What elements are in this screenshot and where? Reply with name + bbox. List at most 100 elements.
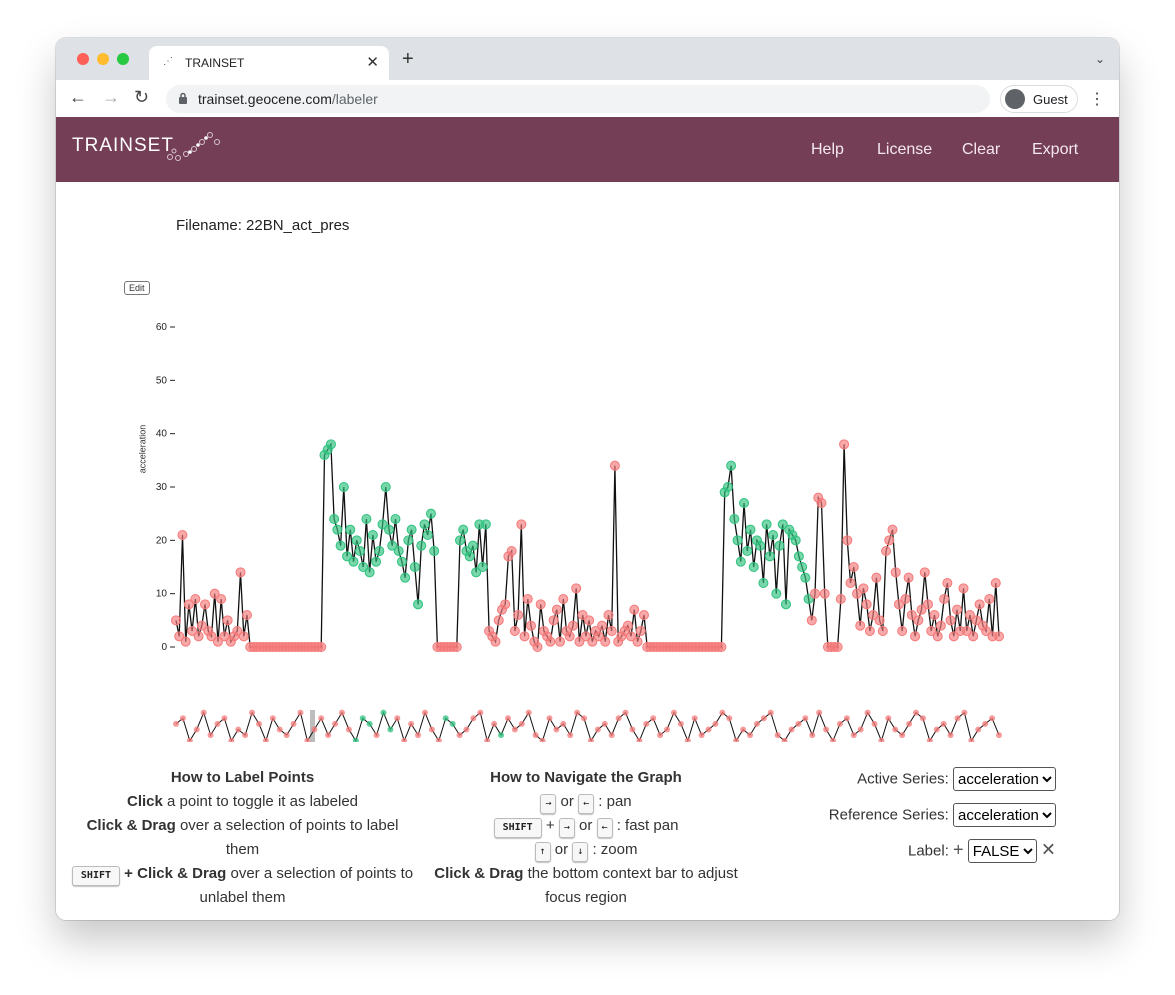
data-point[interactable] <box>606 626 617 636</box>
data-point[interactable] <box>384 524 395 535</box>
data-point[interactable] <box>335 540 346 551</box>
data-point[interactable] <box>193 631 204 642</box>
nav-clear[interactable]: Clear <box>962 141 1000 159</box>
data-point[interactable] <box>632 636 643 647</box>
data-point[interactable] <box>629 604 640 615</box>
data-point[interactable] <box>555 636 566 647</box>
data-point[interactable] <box>522 594 533 604</box>
data-point[interactable] <box>832 642 843 652</box>
new-tab-button[interactable]: + <box>402 49 414 69</box>
data-point[interactable] <box>603 610 614 620</box>
data-point[interactable] <box>748 562 759 572</box>
data-point[interactable] <box>816 498 827 508</box>
data-point[interactable] <box>567 620 578 631</box>
data-point[interactable] <box>597 620 608 631</box>
data-point[interactable] <box>180 636 191 647</box>
data-point[interactable] <box>177 530 188 540</box>
data-point[interactable] <box>532 642 543 652</box>
minimize-window-button[interactable] <box>97 53 109 65</box>
data-point[interactable] <box>800 572 811 583</box>
data-point[interactable] <box>480 519 491 530</box>
maximize-window-button[interactable] <box>117 53 129 65</box>
data-point[interactable] <box>351 535 362 546</box>
data-point[interactable] <box>842 535 853 546</box>
data-point[interactable] <box>739 498 750 508</box>
data-point[interactable] <box>371 556 382 567</box>
data-point[interactable] <box>416 540 427 551</box>
data-point[interactable] <box>451 642 462 652</box>
data-point[interactable] <box>900 594 911 604</box>
more-menu-icon[interactable]: ⋮ <box>1089 89 1105 109</box>
data-point[interactable] <box>939 594 950 604</box>
data-point[interactable] <box>548 615 559 626</box>
context-chart[interactable]: AugustSeptemberOctoberNovemberDecember20… <box>56 662 1119 742</box>
tab-search-chevron-icon[interactable]: ⌄ <box>1095 52 1105 66</box>
data-point[interactable] <box>732 535 743 546</box>
data-point[interactable] <box>422 530 433 540</box>
data-point[interactable] <box>871 572 882 583</box>
data-point[interactable] <box>329 514 340 524</box>
data-point[interactable] <box>190 594 201 604</box>
data-point[interactable] <box>835 594 846 604</box>
data-point[interactable] <box>545 636 556 647</box>
active-series-select[interactable]: acceleration <box>953 767 1056 791</box>
data-point[interactable] <box>403 535 414 546</box>
data-point[interactable] <box>425 508 436 519</box>
data-point[interactable] <box>584 615 595 626</box>
data-point[interactable] <box>877 626 888 636</box>
data-point[interactable] <box>845 578 856 588</box>
data-point[interactable] <box>493 615 504 626</box>
data-point[interactable] <box>200 599 211 610</box>
data-point[interactable] <box>729 514 740 524</box>
data-point[interactable] <box>325 439 336 450</box>
data-point[interactable] <box>338 482 349 492</box>
profile-button[interactable]: Guest <box>1000 85 1078 113</box>
data-point[interactable] <box>874 615 885 626</box>
data-point[interactable] <box>797 562 808 572</box>
data-point[interactable] <box>774 540 785 551</box>
data-point[interactable] <box>974 599 985 610</box>
data-point[interactable] <box>990 578 1001 588</box>
data-point[interactable] <box>881 546 892 556</box>
data-point[interactable] <box>897 626 908 636</box>
data-point[interactable] <box>884 535 895 546</box>
data-point[interactable] <box>952 604 963 615</box>
data-point[interactable] <box>458 524 469 535</box>
data-point[interactable] <box>935 620 946 631</box>
data-point[interactable] <box>374 546 385 556</box>
data-point[interactable] <box>345 524 356 535</box>
data-point[interactable] <box>526 620 537 631</box>
data-point[interactable] <box>429 546 440 556</box>
data-point[interactable] <box>806 615 817 626</box>
data-point[interactable] <box>413 599 424 610</box>
data-point[interactable] <box>393 546 404 556</box>
data-point[interactable] <box>367 530 378 540</box>
data-point[interactable] <box>945 615 956 626</box>
data-point[interactable] <box>839 439 850 450</box>
data-point[interactable] <box>858 583 869 594</box>
data-point[interactable] <box>380 482 391 492</box>
data-point[interactable] <box>887 524 898 535</box>
data-point[interactable] <box>793 551 804 562</box>
data-point[interactable] <box>551 604 562 615</box>
data-point[interactable] <box>361 514 372 524</box>
focus-chart[interactable]: 010203040506012 PM06 PMFri 3106 AM12 PM0… <box>56 282 1119 662</box>
data-point[interactable] <box>222 615 233 626</box>
data-point[interactable] <box>768 530 779 540</box>
data-point[interactable] <box>500 599 511 610</box>
data-point[interactable] <box>819 588 830 599</box>
data-point[interactable] <box>929 610 940 620</box>
data-point[interactable] <box>638 610 649 620</box>
data-point[interactable] <box>958 583 969 594</box>
nav-license[interactable]: License <box>877 141 932 159</box>
data-point[interactable] <box>216 594 227 604</box>
data-point[interactable] <box>558 594 569 604</box>
data-point[interactable] <box>516 519 527 530</box>
add-label-icon[interactable]: + <box>953 840 964 860</box>
data-point[interactable] <box>903 572 914 583</box>
data-point[interactable] <box>519 631 530 642</box>
data-point[interactable] <box>535 599 546 610</box>
data-point[interactable] <box>635 626 646 636</box>
close-window-button[interactable] <box>77 53 89 65</box>
delete-label-icon[interactable]: ✕ <box>1041 840 1056 860</box>
